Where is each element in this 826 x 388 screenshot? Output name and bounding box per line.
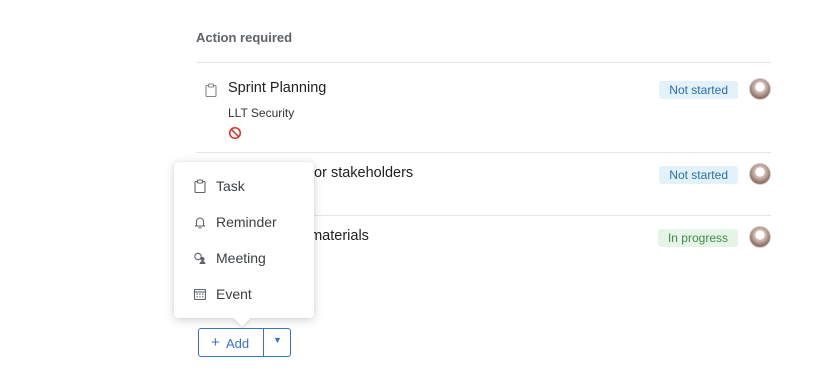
divider (196, 62, 771, 63)
menu-item-label: Task (216, 178, 245, 194)
item-title[interactable]: for stakeholders (310, 165, 413, 181)
avatar[interactable] (749, 163, 771, 185)
status-badge: Not started (659, 81, 738, 99)
menu-item-task[interactable]: Task (174, 168, 314, 204)
status-badge: Not started (659, 166, 738, 184)
list-item[interactable]: Sprint Planning LLT Security Not started (196, 78, 771, 152)
status-badge: In progress (657, 229, 738, 247)
menu-item-label: Meeting (216, 250, 266, 266)
avatar[interactable] (749, 226, 771, 248)
menu-item-label: Event (216, 286, 252, 302)
add-button-label: Add (226, 336, 250, 351)
item-title[interactable]: Sprint Planning (228, 80, 326, 96)
section-title: Action required (196, 30, 293, 45)
menu-item-meeting[interactable]: Meeting (174, 240, 314, 276)
caret-down-icon: ▼ (273, 335, 282, 345)
divider (196, 152, 771, 153)
blocked-icon (228, 126, 242, 140)
add-menu: Task Reminder Meeting Event (174, 162, 314, 318)
bell-icon (193, 215, 207, 229)
plus-icon: + (211, 334, 220, 351)
clipboard-icon (204, 83, 218, 97)
item-subtitle: LLT Security (228, 106, 295, 120)
calendar-icon (193, 287, 207, 301)
add-button[interactable]: + Add (199, 329, 263, 356)
menu-item-event[interactable]: Event (174, 276, 314, 312)
add-dropdown-toggle[interactable]: ▼ (264, 329, 290, 356)
menu-item-reminder[interactable]: Reminder (174, 204, 314, 240)
meeting-icon (193, 251, 207, 265)
menu-item-label: Reminder (216, 214, 277, 230)
avatar[interactable] (749, 78, 771, 100)
add-split-button: + Add ▼ (198, 328, 291, 357)
clipboard-icon (193, 179, 207, 194)
